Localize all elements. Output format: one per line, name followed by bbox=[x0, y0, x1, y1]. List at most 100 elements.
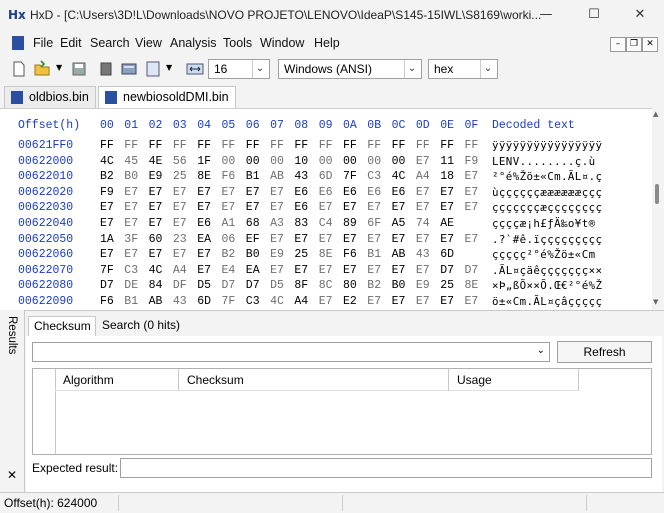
close-button[interactable]: ✕ bbox=[620, 4, 660, 26]
display-mode-select[interactable]: hex ⌄ bbox=[428, 59, 498, 79]
hex-byte[interactable]: FF bbox=[367, 139, 381, 152]
hex-byte[interactable]: 45 bbox=[124, 155, 138, 168]
hex-byte[interactable]: E7 bbox=[149, 248, 163, 261]
hex-byte[interactable]: FF bbox=[343, 139, 357, 152]
hex-byte[interactable]: E7 bbox=[440, 233, 454, 246]
hex-byte[interactable]: E7 bbox=[319, 295, 333, 308]
hex-byte[interactable]: E7 bbox=[465, 295, 479, 308]
hex-editor-view[interactable]: Offset(h) 00 01 02 03 04 05 06 07 08 09 0A 0B 0C 0D 0E… bbox=[0, 108, 652, 311]
hex-byte[interactable]: AB bbox=[270, 170, 284, 183]
hex-byte[interactable]: FF bbox=[294, 139, 308, 152]
hex-byte[interactable]: FF bbox=[465, 139, 479, 152]
hex-byte[interactable]: E7 bbox=[100, 201, 114, 214]
hex-byte[interactable]: 4C bbox=[270, 295, 284, 308]
hex-byte[interactable]: E7 bbox=[124, 217, 138, 230]
hex-byte[interactable]: E7 bbox=[343, 201, 357, 214]
hex-byte[interactable]: AB bbox=[149, 295, 163, 308]
hex-byte[interactable]: 43 bbox=[294, 170, 308, 183]
hex-byte[interactable]: 11 bbox=[440, 155, 454, 168]
decoded-text[interactable]: .ÃL¤çäêççççççç×× bbox=[492, 264, 602, 277]
hex-byte[interactable]: FF bbox=[246, 139, 260, 152]
hex-byte[interactable]: E2 bbox=[343, 295, 357, 308]
hex-byte[interactable]: 1A bbox=[100, 233, 114, 246]
hex-byte[interactable]: E7 bbox=[416, 186, 430, 199]
hex-byte[interactable]: E7 bbox=[124, 186, 138, 199]
hex-byte[interactable]: FF bbox=[222, 139, 236, 152]
hex-byte[interactable]: E7 bbox=[367, 233, 381, 246]
tab-newbiosolddmi[interactable]: newbiosoldDMI.bin bbox=[98, 86, 236, 108]
menu-search[interactable]: Search bbox=[90, 36, 130, 50]
menu-window[interactable]: Window bbox=[260, 36, 304, 50]
hex-byte[interactable]: B2 bbox=[100, 170, 114, 183]
hex-byte[interactable]: E6 bbox=[392, 186, 406, 199]
hex-byte[interactable]: EA bbox=[197, 233, 211, 246]
checksum-table[interactable]: Algorithm Checksum Usage bbox=[32, 368, 652, 455]
hex-byte[interactable]: D5 bbox=[197, 279, 211, 292]
hex-byte[interactable]: 3F bbox=[124, 233, 138, 246]
hex-byte[interactable]: 00 bbox=[270, 155, 284, 168]
hex-byte[interactable]: E7 bbox=[222, 186, 236, 199]
hex-byte[interactable]: F6 bbox=[222, 170, 236, 183]
hex-byte[interactable]: D7 bbox=[246, 279, 260, 292]
hex-byte[interactable]: E7 bbox=[197, 264, 211, 277]
hex-byte[interactable]: 4E bbox=[149, 155, 163, 168]
hex-byte[interactable]: 06 bbox=[222, 233, 236, 246]
hex-byte[interactable]: D7 bbox=[465, 264, 479, 277]
hex-byte[interactable]: FF bbox=[197, 139, 211, 152]
hex-byte[interactable]: E7 bbox=[367, 201, 381, 214]
hex-byte[interactable]: E7 bbox=[440, 295, 454, 308]
close-icon[interactable]: ✕ bbox=[7, 468, 17, 482]
hex-byte[interactable]: 00 bbox=[319, 155, 333, 168]
hex-byte[interactable]: E7 bbox=[100, 248, 114, 261]
hex-byte[interactable]: E9 bbox=[149, 170, 163, 183]
decoded-text[interactable]: LENV........ç.ù bbox=[492, 155, 596, 168]
page-setup-icon[interactable] bbox=[144, 60, 162, 78]
hex-byte[interactable]: D7 bbox=[222, 279, 236, 292]
hex-byte[interactable]: 89 bbox=[343, 217, 357, 230]
hex-byte[interactable]: B0 bbox=[246, 248, 260, 261]
hex-byte[interactable]: E6 bbox=[367, 186, 381, 199]
hex-byte[interactable]: A4 bbox=[416, 170, 430, 183]
expected-result-input[interactable] bbox=[120, 458, 652, 478]
hex-byte[interactable]: A4 bbox=[294, 295, 308, 308]
hex-byte[interactable]: D7 bbox=[440, 264, 454, 277]
disk-editor-icon[interactable] bbox=[120, 60, 138, 78]
hex-byte[interactable]: 60 bbox=[149, 233, 163, 246]
hex-byte[interactable]: E7 bbox=[124, 201, 138, 214]
maximize-button[interactable]: ☐ bbox=[574, 4, 614, 26]
hex-byte[interactable]: E7 bbox=[270, 201, 284, 214]
charset-select[interactable]: Windows (ANSI) ⌄ bbox=[278, 59, 422, 79]
ram-editor-icon[interactable] bbox=[97, 60, 115, 78]
hex-byte[interactable]: 7F bbox=[100, 264, 114, 277]
hex-byte[interactable]: E7 bbox=[149, 186, 163, 199]
decoded-text[interactable]: ççççç²°é%Žö±«Cm bbox=[492, 248, 596, 261]
decoded-text[interactable]: ö±«Cm.ÃL¤çâççççç bbox=[492, 295, 602, 308]
column-algorithm[interactable]: Algorithm bbox=[55, 369, 179, 391]
mdi-minimize-button[interactable]: – bbox=[610, 37, 626, 52]
hex-byte[interactable]: FF bbox=[319, 139, 333, 152]
hex-byte[interactable]: 6D bbox=[440, 248, 454, 261]
hex-byte[interactable]: E7 bbox=[270, 233, 284, 246]
hex-byte[interactable]: FF bbox=[124, 139, 138, 152]
hex-byte[interactable]: FF bbox=[416, 139, 430, 152]
hex-byte[interactable]: E7 bbox=[343, 233, 357, 246]
bytes-per-row-select[interactable]: 16 ⌄ bbox=[208, 59, 270, 79]
hex-byte[interactable]: A5 bbox=[392, 217, 406, 230]
hex-byte[interactable]: 84 bbox=[149, 279, 163, 292]
hex-byte[interactable]: E9 bbox=[416, 279, 430, 292]
hex-byte[interactable]: 18 bbox=[440, 170, 454, 183]
hex-byte[interactable]: DF bbox=[173, 279, 187, 292]
tab-search-hits[interactable]: Search (0 hits) bbox=[97, 316, 185, 336]
scroll-up-icon[interactable]: ▲ bbox=[653, 110, 658, 118]
hex-byte[interactable]: C3 bbox=[124, 264, 138, 277]
hex-byte[interactable]: 83 bbox=[294, 217, 308, 230]
hex-byte[interactable]: E7 bbox=[246, 186, 260, 199]
hex-byte[interactable]: B1 bbox=[367, 248, 381, 261]
hex-byte[interactable]: E7 bbox=[173, 201, 187, 214]
open-folder-icon[interactable] bbox=[33, 60, 51, 78]
hex-byte[interactable]: E7 bbox=[124, 248, 138, 261]
hex-byte[interactable]: 00 bbox=[246, 155, 260, 168]
decoded-text[interactable]: çççççççæçççççççç bbox=[492, 201, 602, 214]
hex-byte[interactable]: C4 bbox=[319, 217, 333, 230]
refresh-button[interactable]: Refresh bbox=[557, 341, 652, 363]
